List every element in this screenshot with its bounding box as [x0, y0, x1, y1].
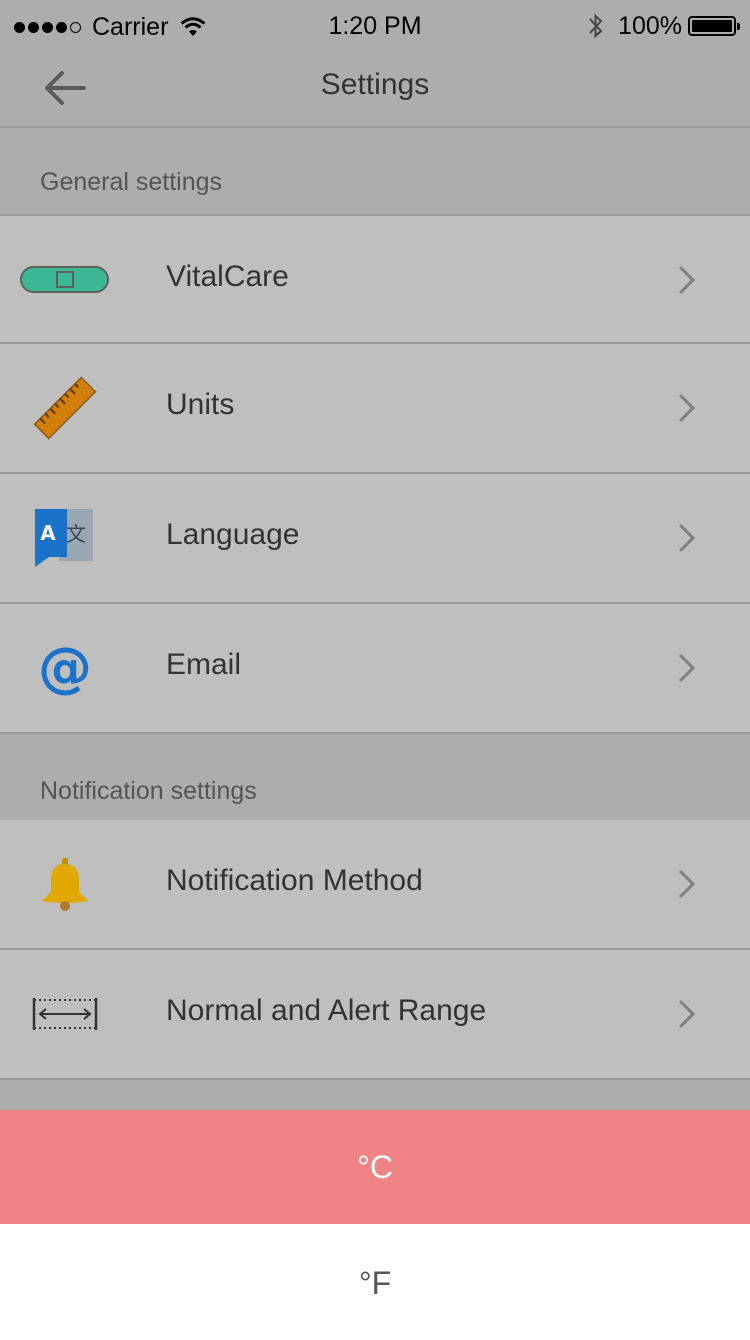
- chevron-right-icon: [679, 524, 696, 552]
- chevron-right-icon: [679, 870, 696, 898]
- option-celsius[interactable]: °C: [0, 1110, 750, 1224]
- settings-item-language[interactable]: 文 A Language: [0, 472, 750, 602]
- range-icon: [20, 980, 110, 1048]
- status-bar: Carrier 1:20 PM 100%: [0, 0, 750, 54]
- settings-item-email[interactable]: @ Email: [0, 602, 750, 732]
- settings-item-label: Language: [166, 518, 300, 551]
- settings-item-label: Email: [166, 648, 242, 681]
- section-header-general: General settings: [0, 128, 750, 216]
- at-icon: @: [38, 636, 92, 699]
- chevron-right-icon: [679, 654, 696, 682]
- translate-icon: 文 A: [20, 504, 110, 572]
- settings-item-notification-method[interactable]: Notification Method: [0, 820, 750, 948]
- option-fahrenheit[interactable]: °F: [0, 1226, 750, 1340]
- unit-picker: °C °F: [0, 1110, 750, 1340]
- chevron-right-icon: [679, 1000, 696, 1028]
- bell-icon: [20, 850, 110, 918]
- section-header-notification: Notification settings: [0, 732, 750, 820]
- settings-list: General settings VitalCare Units 文 A Lan…: [0, 128, 750, 1110]
- chevron-right-icon: [679, 266, 696, 294]
- settings-item-label: Normal and Alert Range: [166, 994, 487, 1027]
- device-icon: [20, 246, 110, 314]
- settings-item-alert-range[interactable]: Normal and Alert Range: [0, 948, 750, 1078]
- battery-percent: 100%: [618, 11, 682, 40]
- ruler-icon: [20, 374, 110, 442]
- battery-group: 100%: [586, 10, 740, 42]
- bluetooth-icon: [589, 13, 603, 39]
- battery-icon: [688, 16, 740, 36]
- settings-item-label: Units: [166, 388, 235, 421]
- navigation-bar: Settings: [0, 54, 750, 128]
- settings-item-vitalcare[interactable]: VitalCare: [0, 214, 750, 342]
- svg-text:文: 文: [66, 522, 86, 546]
- screen: Carrier 1:20 PM 100% Settings General se…: [0, 0, 750, 1340]
- svg-text:A: A: [40, 521, 56, 545]
- list-footer-spacer: [0, 1078, 750, 1110]
- page-title: Settings: [320, 68, 430, 101]
- settings-item-units[interactable]: Units: [0, 342, 750, 472]
- settings-item-label: Notification Method: [166, 864, 423, 897]
- settings-item-label: VitalCare: [166, 260, 289, 293]
- chevron-right-icon: [679, 394, 696, 422]
